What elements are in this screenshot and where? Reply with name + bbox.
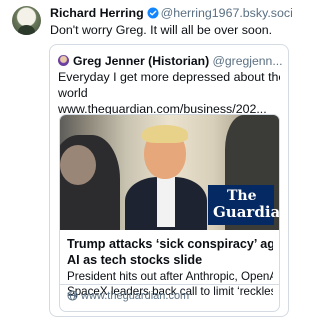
guardian-logo: The Guardian bbox=[208, 185, 279, 225]
post-text: Don't worry Greg. It will all be over so… bbox=[50, 23, 273, 37]
article-domain-text: www.theguardian.com bbox=[81, 290, 190, 302]
article-title-line: Trump attacks ‘sick conspiracy’ against bbox=[67, 237, 273, 251]
article-domain: www.theguardian.com bbox=[67, 289, 189, 305]
quoted-post-text: Everyday I get more depressed about the … bbox=[58, 69, 280, 117]
verified-badge-icon bbox=[147, 6, 159, 22]
card-divider bbox=[60, 284, 279, 285]
quoted-author-display-name: Greg Jenner (Historian) bbox=[73, 54, 210, 68]
quoted-text-line: world bbox=[58, 86, 88, 100]
quoted-text-line: Everyday I get more depressed about the bbox=[58, 70, 280, 84]
link-preview-card[interactable]: The Guardian Trump attacks ‘sick conspir… bbox=[59, 114, 280, 312]
article-title: Trump attacks ‘sick conspiracy’ against … bbox=[67, 236, 273, 268]
author-display-name[interactable]: Richard Herring bbox=[50, 6, 144, 20]
quoted-author-handle: @gregjenn... bbox=[212, 54, 282, 68]
article-description-line: President hits out after Anthropic, Open… bbox=[67, 270, 273, 283]
quoted-post-header: Greg Jenner (Historian) @gregjenn... · 1… bbox=[58, 53, 282, 69]
author-avatar[interactable] bbox=[12, 6, 41, 35]
post-header: Richard Herring @herring1967.bsky.social … bbox=[50, 4, 292, 22]
guardian-logo-the: The bbox=[227, 188, 257, 204]
author-handle[interactable]: @herring1967.bsky.social bbox=[161, 6, 292, 20]
quoted-author-avatar bbox=[58, 55, 69, 66]
quoted-post[interactable]: Greg Jenner (Historian) @gregjenn... · 1… bbox=[49, 44, 289, 317]
globe-icon bbox=[67, 290, 78, 305]
guardian-logo-name: Guardian bbox=[213, 203, 279, 221]
article-title-line: AI as tech stocks slide bbox=[67, 253, 203, 267]
article-thumbnail: The Guardian bbox=[60, 115, 279, 230]
